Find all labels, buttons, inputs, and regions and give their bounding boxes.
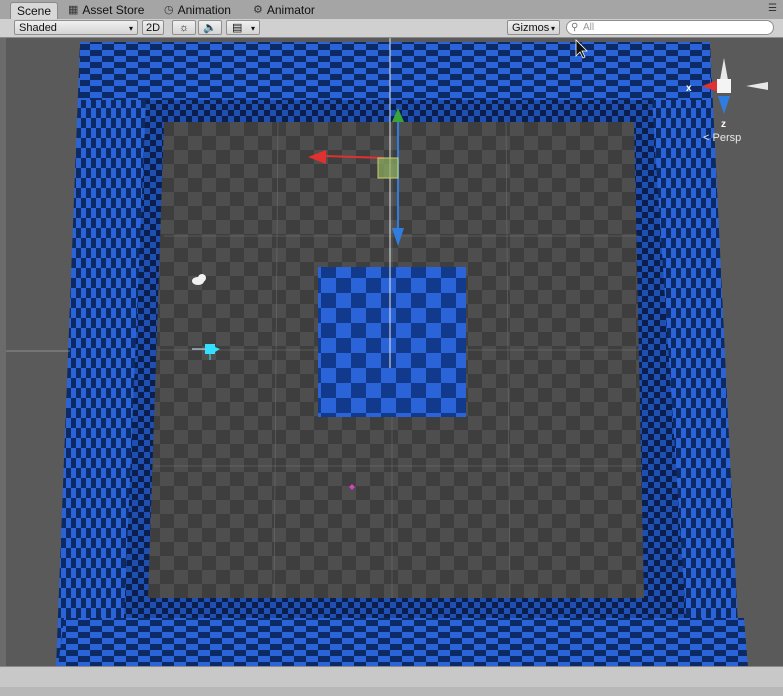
center-cube[interactable]: [318, 267, 466, 417]
search-placeholder: All: [583, 22, 595, 33]
window-tab-bar: Scene ▦ Asset Store ◷ Animation ⚙ Animat…: [0, 0, 783, 20]
gizmo-z-label: z: [721, 119, 726, 130]
scene-toolbar: Shaded ▾ 2D ☼ 🔈 ▤ ▾ Gizmos ▾ ⚲ All: [0, 19, 783, 38]
animator-icon: ⚙: [253, 4, 263, 16]
status-bar: [0, 666, 783, 696]
scene-render: x z < Persp: [6, 38, 783, 668]
tab-animator[interactable]: ⚙ Animator: [247, 2, 321, 19]
chevron-down-icon: ▾: [550, 24, 555, 33]
chevron-down-icon: ▾: [250, 24, 255, 33]
draw-mode-value: Shaded: [19, 22, 57, 34]
2d-toggle-button[interactable]: 2D: [142, 20, 164, 35]
asset-store-icon: ▦: [68, 4, 79, 16]
2d-toggle-label: 2D: [145, 22, 161, 34]
tab-scene[interactable]: Scene: [10, 2, 59, 20]
gizmos-label: Gizmos: [512, 22, 550, 34]
wall-top-north: [80, 42, 710, 100]
animator-tab-label: Animator: [266, 3, 315, 17]
animation-icon: ◷: [164, 4, 174, 16]
search-icon: ⚲: [571, 22, 579, 33]
lighting-toggle-button[interactable]: ☼: [172, 20, 196, 35]
speaker-icon: 🔈: [203, 22, 217, 34]
tab-animation[interactable]: ◷ Animation: [158, 2, 237, 19]
audio-toggle-button[interactable]: 🔈: [198, 20, 222, 35]
sun-icon: ☼: [178, 22, 190, 34]
gizmo-x-label: x: [686, 83, 692, 94]
image-icon: ▤: [232, 22, 243, 34]
scene-tab-label: Scene: [17, 4, 52, 18]
scene-viewport[interactable]: x z < Persp: [6, 38, 783, 668]
chevron-down-icon: ▾: [128, 24, 133, 33]
gizmos-dropdown[interactable]: Gizmos ▾: [507, 20, 560, 35]
draw-mode-dropdown[interactable]: Shaded ▾: [14, 20, 138, 35]
search-input[interactable]: ⚲ All: [566, 20, 774, 35]
projection-label[interactable]: < Persp: [703, 132, 741, 144]
wall-top-south: [58, 618, 748, 668]
asset-store-tab-label: Asset Store: [82, 3, 145, 17]
effects-dropdown[interactable]: ▤ ▾: [226, 20, 260, 35]
animation-tab-label: Animation: [177, 3, 231, 17]
tab-asset-store[interactable]: ▦ Asset Store: [62, 2, 150, 19]
plane-handle[interactable]: [377, 157, 399, 179]
tab-menu-icon[interactable]: ☰: [768, 3, 777, 14]
